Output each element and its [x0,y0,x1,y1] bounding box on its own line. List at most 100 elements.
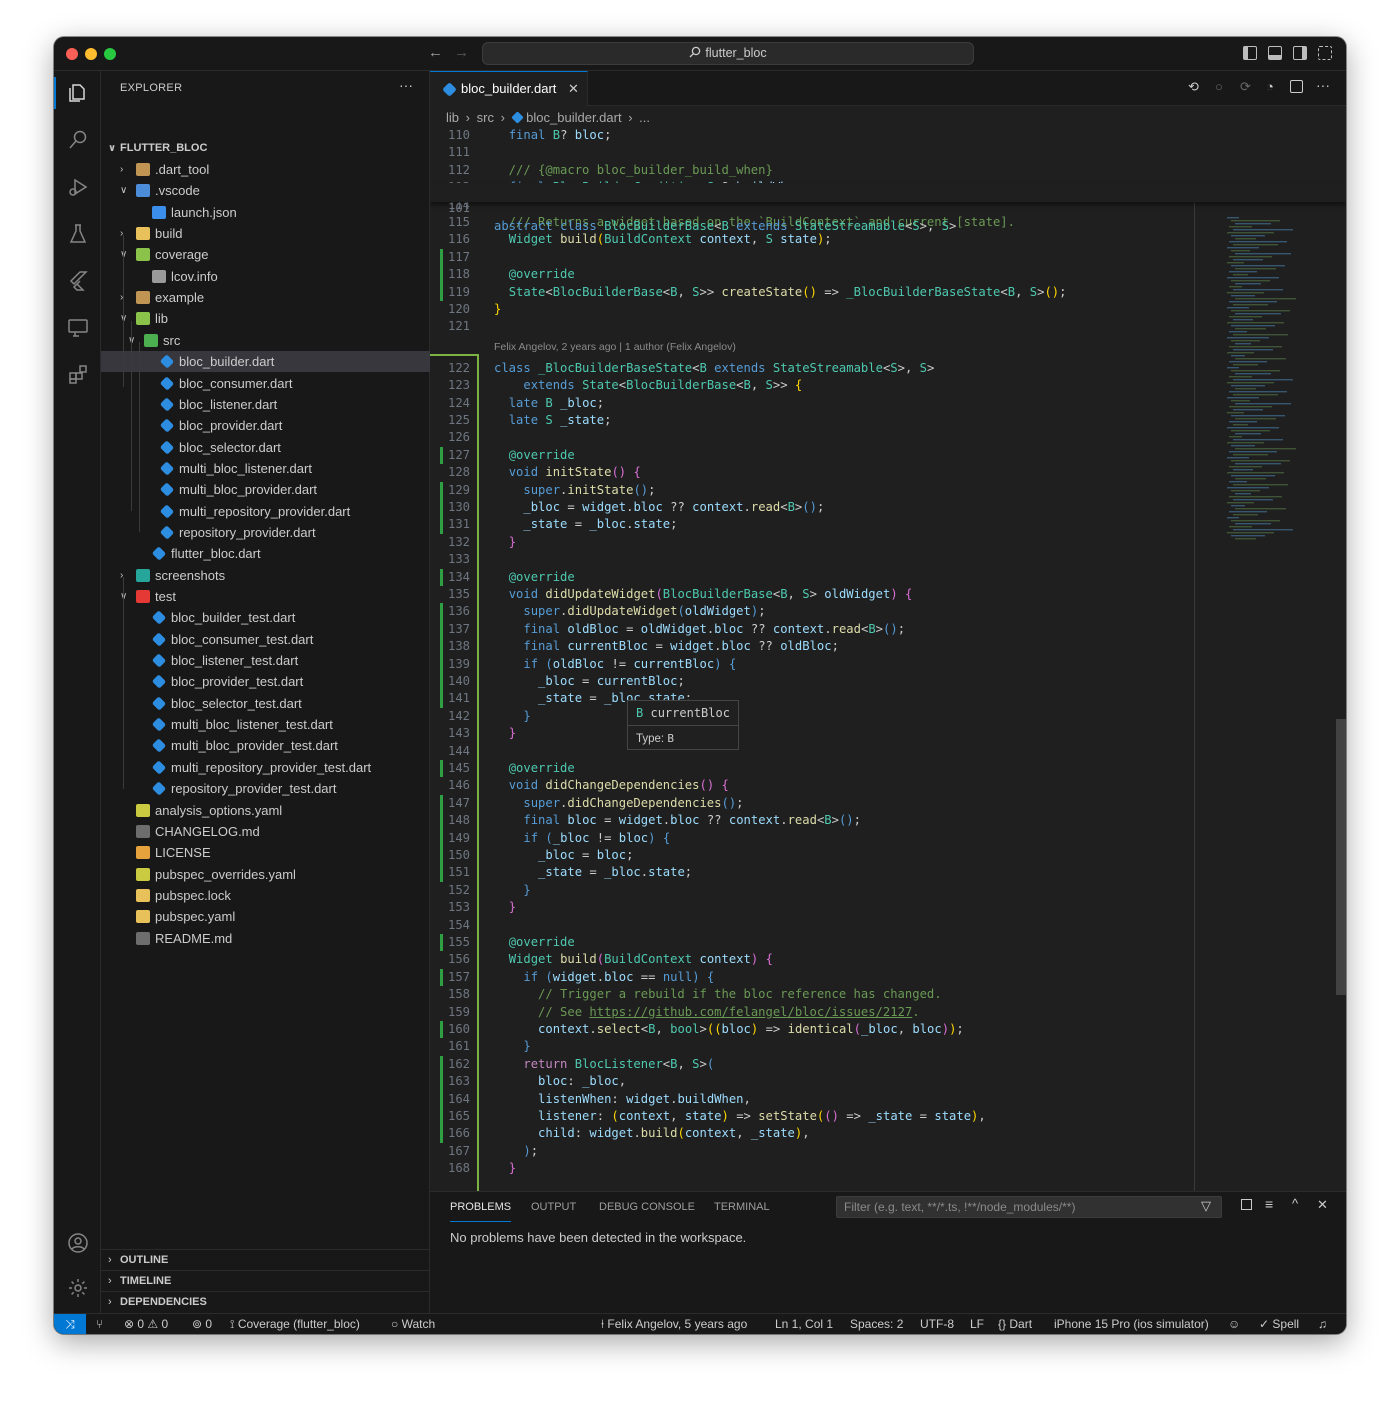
code-line[interactable]: 158 // Trigger a rebuild if the bloc ref… [430,986,1190,1003]
tree-file[interactable]: multi_repository_provider.dart [101,501,430,522]
tree-file[interactable]: CHANGELOG.md [101,821,430,842]
watch-status[interactable]: ○ Watch [391,1314,435,1334]
tree-folder[interactable]: › example [101,287,430,308]
testing-flask-icon[interactable] [54,214,101,254]
tree-file[interactable]: repository_provider_test.dart [101,778,430,799]
code-line[interactable]: 160 context.select<B, bool>((bloc) => id… [430,1021,1190,1039]
problems-filter-input[interactable]: Filter (e.g. text, **/*.ts, !**/node_mod… [836,1196,1222,1218]
code-line[interactable]: 151 _state = _bloc.state; [430,864,1190,882]
code-line[interactable]: 126 [430,429,1190,446]
code-line[interactable]: 148 final bloc = widget.bloc ?? context.… [430,812,1190,830]
next-change-icon[interactable]: ⟳ [1240,79,1251,95]
tree-file[interactable]: pubspec_overrides.yaml [101,864,430,885]
eol-status[interactable]: LF [970,1314,984,1334]
copilot-icon[interactable]: ☺ [1228,1314,1240,1334]
code-line[interactable]: 117 [430,248,1190,267]
remote-indicator-icon[interactable]: ⤨ [54,1314,86,1334]
split-editor-icon[interactable] [1290,80,1303,93]
code-line[interactable]: 152 } [430,882,1190,899]
code-line[interactable]: 165 listener: (context, state) => setSta… [430,1108,1190,1126]
zoom-window-button[interactable] [104,48,116,60]
tree-file[interactable]: bloc_consumer.dart [101,373,430,394]
tab-terminal[interactable]: TERMINAL [714,1192,770,1222]
explorer-icon[interactable] [54,73,101,113]
tree-folder[interactable]: ∨src [101,330,430,351]
breadcrumb-symbol[interactable]: ... [639,110,650,125]
code-line[interactable]: 156 Widget build(BuildContext context) { [430,951,1190,968]
tree-folder[interactable]: › screenshots [101,565,430,586]
spell-status[interactable]: ✓ Spell [1259,1314,1299,1334]
timeline-toggle-icon[interactable]: ◔ [1266,79,1274,94]
code-line[interactable]: 157 if (widget.bloc == null) { [430,968,1190,987]
code-line[interactable]: 111 [430,144,1190,161]
tree-file[interactable]: pubspec.yaml [101,906,430,927]
git-blame-codelens[interactable]: Felix Angelov, 2 years ago | 1 author (F… [494,341,736,353]
cursor-position[interactable]: Ln 1, Col 1 [775,1314,833,1334]
open-changes-icon[interactable]: ⟲ [1188,79,1199,95]
minimize-window-button[interactable] [85,48,97,60]
tab-debug-console[interactable]: DEBUG CONSOLE [599,1192,695,1222]
code-line[interactable]: 110 final B? bloc; [430,127,1190,144]
code-line[interactable]: 127 @override [430,446,1190,465]
tree-folder[interactable]: › build [101,223,430,244]
flutter-icon[interactable] [54,261,101,301]
tree-file[interactable]: repository_provider.dart [101,522,430,543]
device-status[interactable]: iPhone 15 Pro (ios simulator) [1054,1314,1209,1334]
code-line[interactable]: 140 _bloc = currentBloc; [430,673,1190,691]
code-line[interactable]: 144 [430,743,1190,760]
tree-file[interactable]: lcov.info [101,266,430,287]
tree-folder[interactable]: ∨coverage [101,244,430,265]
tree-file[interactable]: bloc_listener.dart [101,394,430,415]
tab-problems[interactable]: PROBLEMS [450,1192,512,1222]
code-line[interactable]: 132 } [430,534,1190,551]
code-line[interactable]: 142 } [430,708,1190,725]
outline-section[interactable]: › OUTLINE [101,1249,430,1270]
vertical-scrollbar[interactable] [1336,719,1346,995]
sticky-scroll-header[interactable]: 101 abstract class BlocBuilderBase<B ext… [430,183,1346,233]
code-line[interactable]: 161 } [430,1038,1190,1055]
code-line[interactable]: 153 } [430,899,1190,916]
code-line[interactable]: 147 super.didChangeDependencies(); [430,794,1190,813]
tree-file[interactable]: bloc_builder.dart [101,351,430,373]
code-line[interactable]: 119 State<BlocBuilderBase<B, S>> createS… [430,283,1190,301]
code-line[interactable]: 150 _bloc = bloc; [430,847,1190,865]
accounts-icon[interactable] [54,1223,101,1263]
collapse-all-icon[interactable] [1241,1199,1252,1210]
tree-file[interactable]: multi_bloc_provider_test.dart [101,735,430,756]
minimap[interactable] [1225,217,1300,547]
tree-file[interactable]: multi_bloc_listener_test.dart [101,714,430,735]
code-line[interactable]: 130 _bloc = widget.bloc ?? context.read<… [430,499,1190,517]
git-blame-status[interactable]: ⍿ Felix Angelov, 5 years ago [601,1314,747,1334]
tree-file[interactable]: bloc_consumer_test.dart [101,629,430,650]
maximize-panel-icon[interactable]: ^ [1292,1196,1298,1211]
tree-file[interactable]: multi_bloc_provider.dart [101,479,430,500]
code-line[interactable]: 118 @override [430,266,1190,284]
dependencies-section[interactable]: › DEPENDENCIES [101,1291,430,1312]
back-arrow-icon[interactable]: ← [428,44,443,61]
code-line[interactable]: 143 } [430,725,1190,742]
tree-file[interactable]: README.md [101,928,430,949]
code-line[interactable]: 136 super.didUpdateWidget(oldWidget); [430,603,1190,621]
tree-file[interactable]: bloc_selector.dart [101,437,430,458]
code-line[interactable]: 134 @override [430,568,1190,586]
previous-change-icon[interactable]: ○ [1215,79,1223,94]
tree-file[interactable]: bloc_builder_test.dart [101,607,430,628]
problems-status[interactable]: ⊗ 0 ⚠ 0 [124,1314,168,1334]
breadcrumb-file[interactable]: bloc_builder.dart [526,110,621,125]
indentation-status[interactable]: Spaces: 2 [850,1314,903,1334]
more-actions-icon[interactable]: ··· [399,77,413,93]
code-line[interactable]: 133 [430,551,1190,568]
code-line[interactable]: 163 bloc: _bloc, [430,1073,1190,1091]
close-panel-icon[interactable]: ✕ [1317,1197,1328,1213]
code-line[interactable]: 128 void initState() { [430,464,1190,481]
tree-file[interactable]: analysis_options.yaml [101,800,430,821]
code-line[interactable]: 112 /// {@macro bloc_builder_build_when} [430,162,1190,179]
code-line[interactable]: 139 if (oldBloc != currentBloc) { [430,655,1190,673]
code-line[interactable]: 131 _state = _bloc.state; [430,516,1190,534]
code-line[interactable]: 149 if (_bloc != bloc) { [430,829,1190,847]
code-line[interactable]: 129 super.initState(); [430,481,1190,499]
ports-status[interactable]: ⊚ 0 [192,1314,212,1334]
breadcrumb-src[interactable]: src [477,110,494,125]
tree-file[interactable]: bloc_listener_test.dart [101,650,430,671]
search-icon[interactable] [54,120,101,160]
